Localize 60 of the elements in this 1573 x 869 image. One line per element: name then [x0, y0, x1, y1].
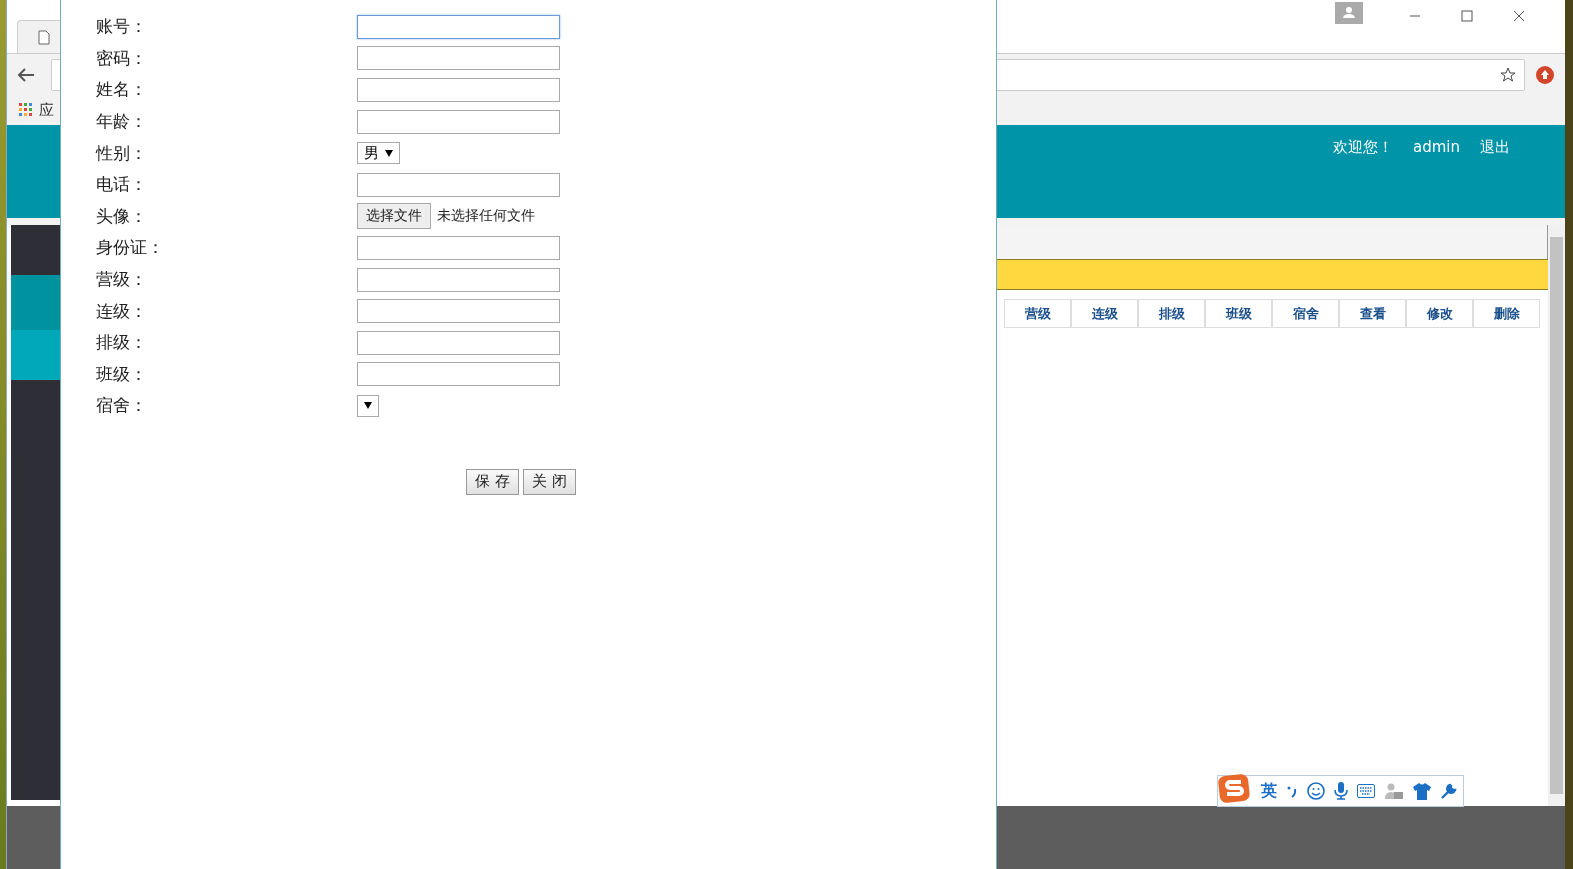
column-header: 查看: [1339, 299, 1406, 328]
input-field[interactable]: [357, 46, 560, 71]
input-field[interactable]: [357, 362, 560, 387]
scrollbar[interactable]: [1548, 225, 1565, 806]
wrench-icon[interactable]: [1440, 782, 1457, 800]
microphone-icon[interactable]: [1334, 782, 1348, 800]
caret-icon: [385, 149, 393, 157]
input-field[interactable]: [357, 330, 560, 355]
shirt-icon[interactable]: [1413, 782, 1431, 800]
dropdown[interactable]: 男: [357, 142, 400, 165]
column-header: 删除: [1473, 299, 1540, 328]
column-header: 营级: [1004, 299, 1071, 328]
field-label: 账号：: [96, 15, 148, 39]
apps-icon[interactable]: [19, 103, 33, 117]
column-header: 宿舍: [1272, 299, 1339, 328]
keyboard-icon[interactable]: [1357, 784, 1375, 798]
column-header: 排级: [1138, 299, 1205, 328]
field-label: 排级：: [96, 331, 148, 355]
ime-logo-icon[interactable]: [1218, 774, 1252, 804]
dropdown[interactable]: [357, 394, 379, 417]
extension-icon[interactable]: [1535, 64, 1555, 85]
field-label: 身份证：: [96, 236, 165, 260]
input-field[interactable]: [357, 299, 560, 324]
field-label: 年龄：: [96, 110, 148, 134]
document-icon: [38, 29, 50, 45]
choose-file-button[interactable]: 选择文件: [357, 203, 431, 230]
input-field[interactable]: [357, 172, 560, 197]
field-label: 姓名：: [96, 78, 148, 102]
field-label: 连级：: [96, 299, 148, 323]
welcome-text: 欢迎您！: [1333, 138, 1393, 157]
profile-icon[interactable]: [1335, 1, 1363, 24]
column-header: 班级: [1205, 299, 1272, 328]
column-header: 连级: [1071, 299, 1138, 328]
input-field[interactable]: [357, 235, 560, 260]
input-field[interactable]: [357, 14, 560, 39]
field-label: 性别：: [96, 141, 148, 165]
field-label: 密码：: [96, 46, 148, 70]
close-icon[interactable]: [1513, 9, 1525, 22]
star-icon[interactable]: [1500, 66, 1516, 83]
field-label: 电话：: [96, 173, 148, 197]
column-header: 修改: [1406, 299, 1473, 328]
input-field[interactable]: [357, 78, 560, 102]
caret-icon: [364, 402, 372, 410]
bookmark[interactable]: 应: [39, 100, 54, 120]
username-link[interactable]: admin: [1413, 138, 1460, 156]
user-icon[interactable]: [1384, 782, 1404, 800]
field-label: 头像：: [96, 204, 148, 228]
logout-link[interactable]: 退出: [1480, 138, 1510, 157]
field-label: 营级：: [96, 268, 148, 292]
input-field[interactable]: [357, 267, 560, 292]
emoji-icon[interactable]: [1307, 782, 1325, 800]
input-field[interactable]: [357, 109, 560, 134]
field-label: 班级：: [96, 362, 148, 386]
file-status: 未选择任何文件: [437, 207, 535, 226]
maximize-icon[interactable]: [1461, 9, 1473, 22]
back-icon[interactable]: [17, 66, 35, 83]
field-label: 宿舍：: [96, 394, 148, 418]
save-button[interactable]: 保 存: [466, 468, 519, 495]
ime-mode-toggle[interactable]: 英: [1261, 780, 1277, 802]
close-button[interactable]: 关 闭: [522, 468, 576, 495]
